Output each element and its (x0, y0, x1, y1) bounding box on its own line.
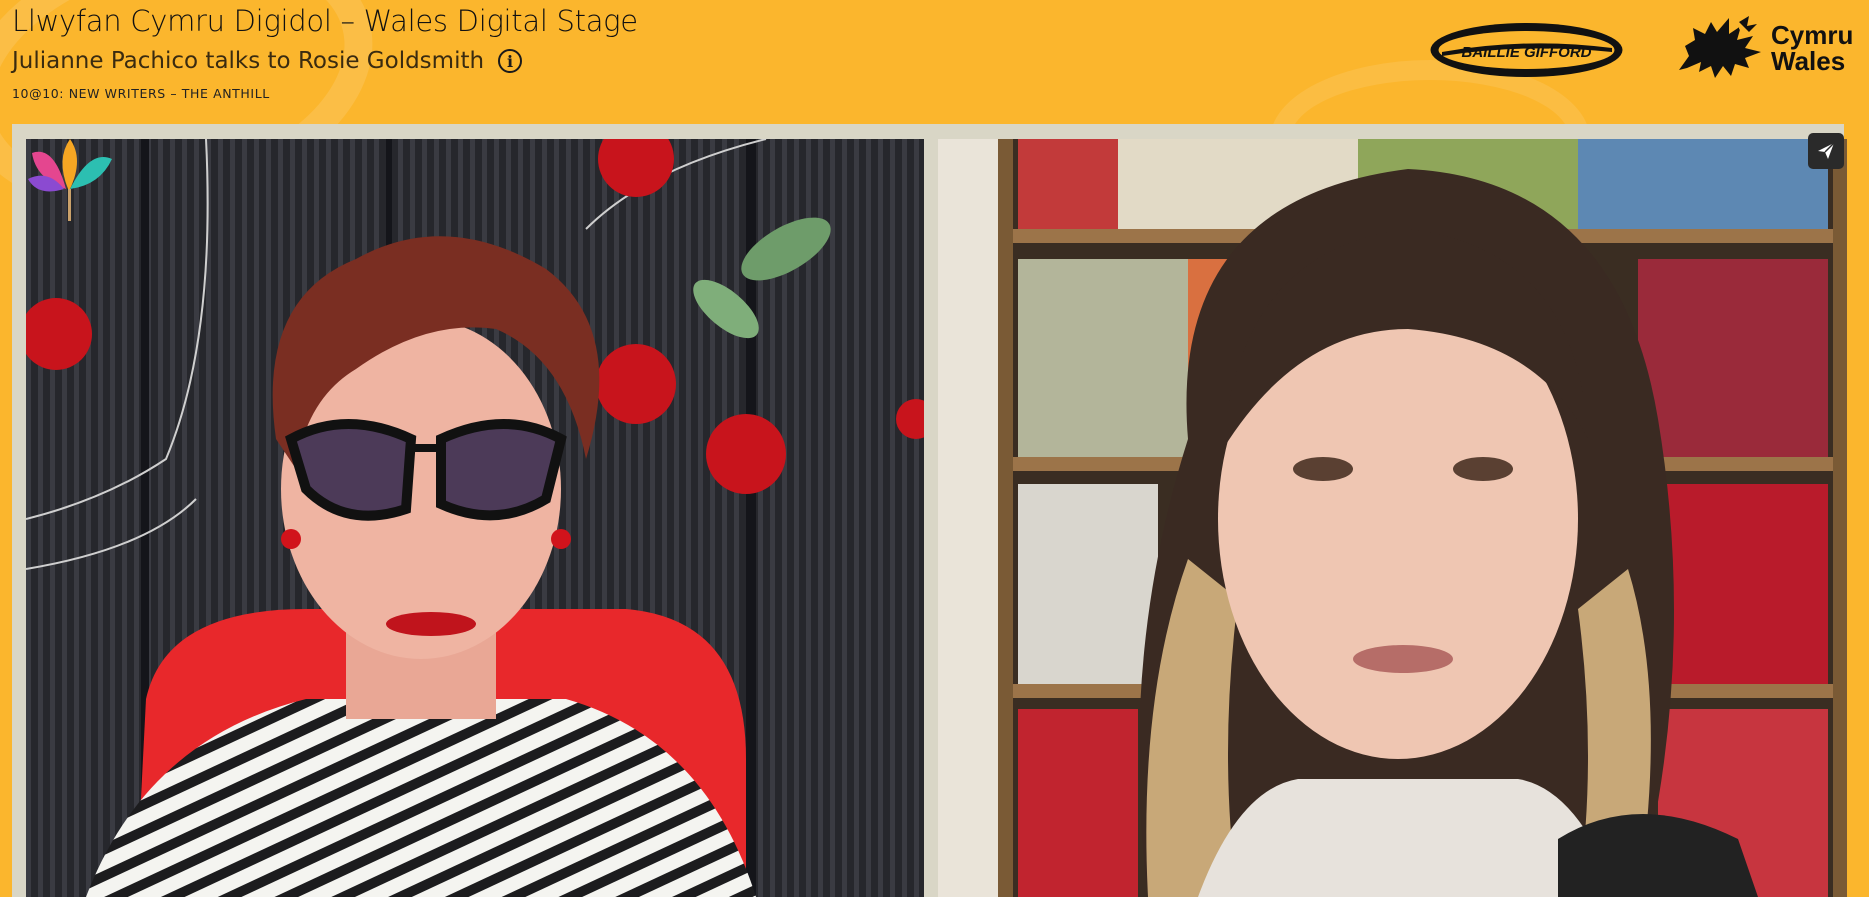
subtitle-row: Julianne Pachico talks to Rosie Goldsmit… (12, 48, 523, 74)
participant-video-right[interactable] (938, 139, 1847, 897)
page-title: Llwyfan Cymru Digidol – Wales Digital St… (12, 4, 638, 38)
baillie-gifford-wordmark: BAILLIE GIFFORD (1462, 44, 1592, 61)
welsh-dragon-icon (1679, 16, 1761, 78)
send-icon (1818, 142, 1835, 159)
participant-video-left[interactable] (26, 139, 924, 897)
cymru-wales-logo: Cymru Wales (1675, 12, 1853, 84)
participant-left-frame (26, 139, 924, 897)
baillie-gifford-logo: BAILLIE GIFFORD (1428, 21, 1625, 79)
video-stage (12, 124, 1847, 897)
participant-right-frame (938, 139, 1847, 897)
share-button[interactable] (1808, 133, 1844, 169)
series-label: 10@10: NEW WRITERS – THE ANTHILL (12, 86, 270, 101)
info-icon[interactable]: i (498, 49, 523, 73)
info-glyph: i (507, 51, 514, 71)
session-title: Julianne Pachico talks to Rosie Goldsmit… (12, 48, 485, 74)
cymru-text: Cymru (1771, 20, 1854, 50)
festival-fan-logo (28, 139, 112, 221)
wales-text: Wales (1771, 46, 1846, 76)
